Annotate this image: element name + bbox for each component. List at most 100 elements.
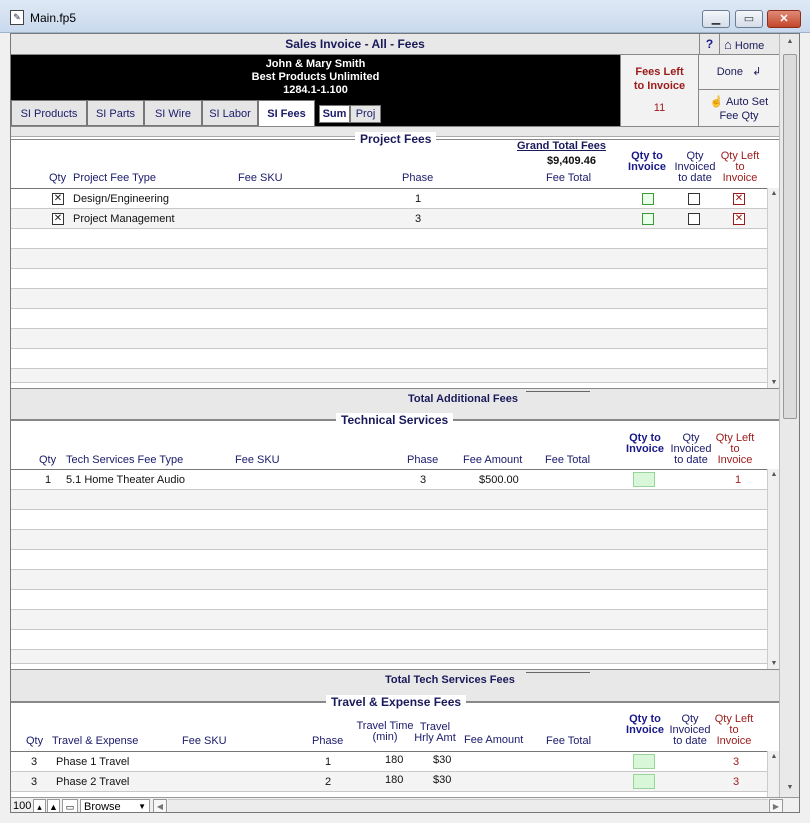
tab-si-products[interactable]: SI Products: [11, 100, 87, 126]
travel-time: 180: [385, 774, 404, 786]
phase: 2: [325, 776, 332, 788]
col-phase: Phase: [312, 735, 344, 747]
total-underline: [526, 672, 590, 673]
fee-type: Design/Engineering: [73, 193, 170, 205]
zoom-out-icon[interactable]: ▴: [33, 799, 46, 812]
table-row: ✕ Design/Engineering 1 ✕: [11, 189, 767, 209]
zoom-level[interactable]: 100: [13, 799, 31, 812]
table-row: [11, 550, 767, 570]
autoset-label-2: Fee Qty: [719, 110, 759, 122]
col-fee-sku: Fee SKU: [235, 454, 280, 466]
window-titlebar: ✎ Main.fp5 ▁ ▭ ✕: [0, 0, 810, 33]
qty: 3: [31, 776, 38, 788]
col-qty-left: Qty Left to Invoice: [720, 150, 760, 184]
table-row: 3 Phase 1 Travel 1 180 $30 3: [11, 752, 767, 772]
fees-left-panel: Fees Left to Invoice 11: [620, 55, 698, 126]
done-button[interactable]: Done ↲: [698, 55, 779, 90]
fees-left-count: 11: [653, 102, 666, 114]
col-fee-amount: Fee Amount: [464, 734, 524, 746]
mode-value: Browse: [84, 801, 121, 813]
table-row: [11, 530, 767, 550]
auto-set-fee-qty-button[interactable]: ☝ Auto Set Fee Qty: [698, 90, 779, 126]
qty-to-invoice-field[interactable]: [633, 754, 655, 769]
fee-type: Project Management: [73, 213, 175, 225]
scroll-down-icon[interactable]: ▼: [784, 782, 796, 793]
qty-left: 1: [735, 474, 742, 486]
table-row: [11, 229, 767, 249]
done-label: Done: [716, 66, 743, 78]
col-fee-total: Fee Total: [545, 454, 591, 466]
client-name: John & Mary Smith: [265, 58, 366, 70]
col-phase: Phase: [402, 172, 434, 184]
qty-left: 3: [733, 756, 740, 768]
col-qty-to-invoice: Qty to Invoice: [626, 713, 664, 736]
table-row: [11, 610, 767, 630]
fee-amount: $500.00: [479, 474, 519, 486]
qty-to-invoice-field[interactable]: [633, 472, 655, 487]
col-qty: Qty: [49, 172, 67, 184]
table-row: [11, 289, 767, 309]
horizontal-scrollbar[interactable]: [168, 799, 768, 812]
close-button[interactable]: ✕: [767, 10, 801, 28]
close-icon: ✕: [779, 13, 789, 25]
col-fee-amount: Fee Amount: [463, 454, 523, 466]
col-travel-hrly-amt: Travel Hrly Amt: [414, 721, 456, 744]
qty-invoiced-checkbox[interactable]: [688, 213, 700, 225]
table-row: [11, 490, 767, 510]
grand-total-value: $9,409.46: [547, 155, 596, 167]
home-button[interactable]: ⌂ Home: [719, 34, 779, 55]
tab-bar: SI Products SI Parts SI Wire SI Labor SI…: [11, 100, 620, 126]
minimize-button[interactable]: ▁: [702, 10, 730, 28]
travel-type: Phase 1 Travel: [56, 756, 130, 768]
qty-to-invoice-checkbox[interactable]: [642, 193, 654, 205]
mode-select[interactable]: Browse ▼: [80, 799, 150, 813]
hourly-rate: $30: [433, 754, 452, 766]
table-row: [11, 329, 767, 349]
include-checkbox[interactable]: ✕: [52, 193, 64, 205]
tech-services-scrollbar[interactable]: ▲ ▼: [767, 469, 779, 669]
table-row: [11, 309, 767, 329]
qty-to-invoice-checkbox[interactable]: [642, 213, 654, 225]
include-checkbox[interactable]: ✕: [52, 213, 64, 225]
col-qty-left: Qty Left to Invoice: [715, 432, 755, 466]
col-qty-invoiced: Qty Invoiced to date: [669, 713, 711, 747]
col-project-fee-type: Project Fee Type: [73, 172, 156, 184]
zoom-in-icon[interactable]: ▲: [47, 799, 60, 812]
col-fee-total: Fee Total: [546, 735, 592, 747]
project-fees-scrollbar[interactable]: ▲ ▼: [767, 188, 779, 388]
home-icon: ⌂: [724, 37, 732, 52]
grand-total-label: Grand Total Fees: [517, 140, 607, 152]
maximize-button[interactable]: ▭: [735, 10, 763, 28]
qty-invoiced-checkbox[interactable]: [688, 193, 700, 205]
tab-si-fees[interactable]: SI Fees: [258, 100, 315, 126]
phase: 1: [325, 756, 332, 768]
layout-content: Sales Invoice - All - Fees ? ⌂ Home John…: [10, 33, 800, 813]
qty-left-checkbox[interactable]: ✕: [733, 213, 745, 225]
help-button[interactable]: ?: [699, 34, 719, 55]
qty: 3: [31, 756, 38, 768]
scroll-left-icon[interactable]: ◀: [153, 799, 167, 812]
tab-si-labor[interactable]: SI Labor: [202, 100, 258, 126]
tab-si-wire[interactable]: SI Wire: [144, 100, 202, 126]
qty-to-invoice-field[interactable]: [633, 774, 655, 789]
return-arrow-icon: ↲: [752, 66, 762, 78]
tab-si-parts[interactable]: SI Parts: [87, 100, 144, 126]
qty-left-checkbox[interactable]: ✕: [733, 193, 745, 205]
table-row: [11, 590, 767, 610]
subtab-sum[interactable]: Sum: [319, 105, 350, 123]
travel-scrollbar[interactable]: ▲: [767, 751, 779, 797]
subtab-proj[interactable]: Proj: [350, 105, 381, 123]
scroll-up-icon[interactable]: ▲: [784, 36, 796, 47]
client-company: Best Products Unlimited: [251, 71, 380, 83]
table-row: [11, 349, 767, 369]
status-area-icon[interactable]: ▭: [62, 799, 78, 812]
travel-type: Phase 2 Travel: [56, 776, 130, 788]
window-title: Main.fp5: [30, 11, 77, 25]
scrollbar-thumb[interactable]: [783, 54, 797, 419]
table-row: 3 Phase 2 Travel 2 180 $30 3: [11, 772, 767, 792]
app-icon: ✎: [10, 10, 24, 25]
scroll-right-icon[interactable]: ▶: [769, 799, 783, 812]
col-qty-invoiced: Qty Invoiced to date: [674, 150, 716, 184]
table-row: [11, 650, 767, 664]
window-scrollbar[interactable]: ▲ ▼: [779, 34, 799, 797]
